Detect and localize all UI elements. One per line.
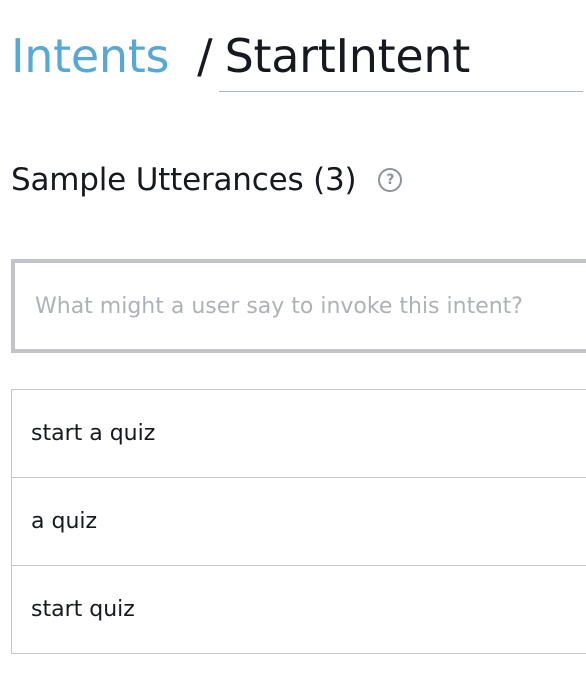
utterance-text: a quiz [31,509,98,534]
intent-editor-page: Intents / StartIntent Sample Utterances … [0,0,586,676]
intent-name-field[interactable]: StartIntent [218,26,583,92]
breadcrumb-intents-link[interactable]: Intents [11,26,169,86]
utterance-row[interactable]: start quiz [12,566,586,653]
utterance-text: start quiz [31,597,135,622]
utterance-text: start a quiz [31,421,156,446]
utterance-row[interactable]: start a quiz [12,390,586,478]
breadcrumb-separator: / [197,29,213,83]
sample-utterances-header: Sample Utterances (3) ? [11,159,403,201]
utterance-input[interactable] [11,259,586,353]
question-circle-icon[interactable]: ? [378,168,403,192]
intent-name-text: StartIntent [224,29,471,83]
section-title: Sample Utterances (3) [11,162,357,198]
utterance-row[interactable]: a quiz [12,478,586,566]
utterance-list: start a quiz a quiz start quiz [11,389,586,654]
breadcrumb: Intents / StartIntent [11,26,583,92]
